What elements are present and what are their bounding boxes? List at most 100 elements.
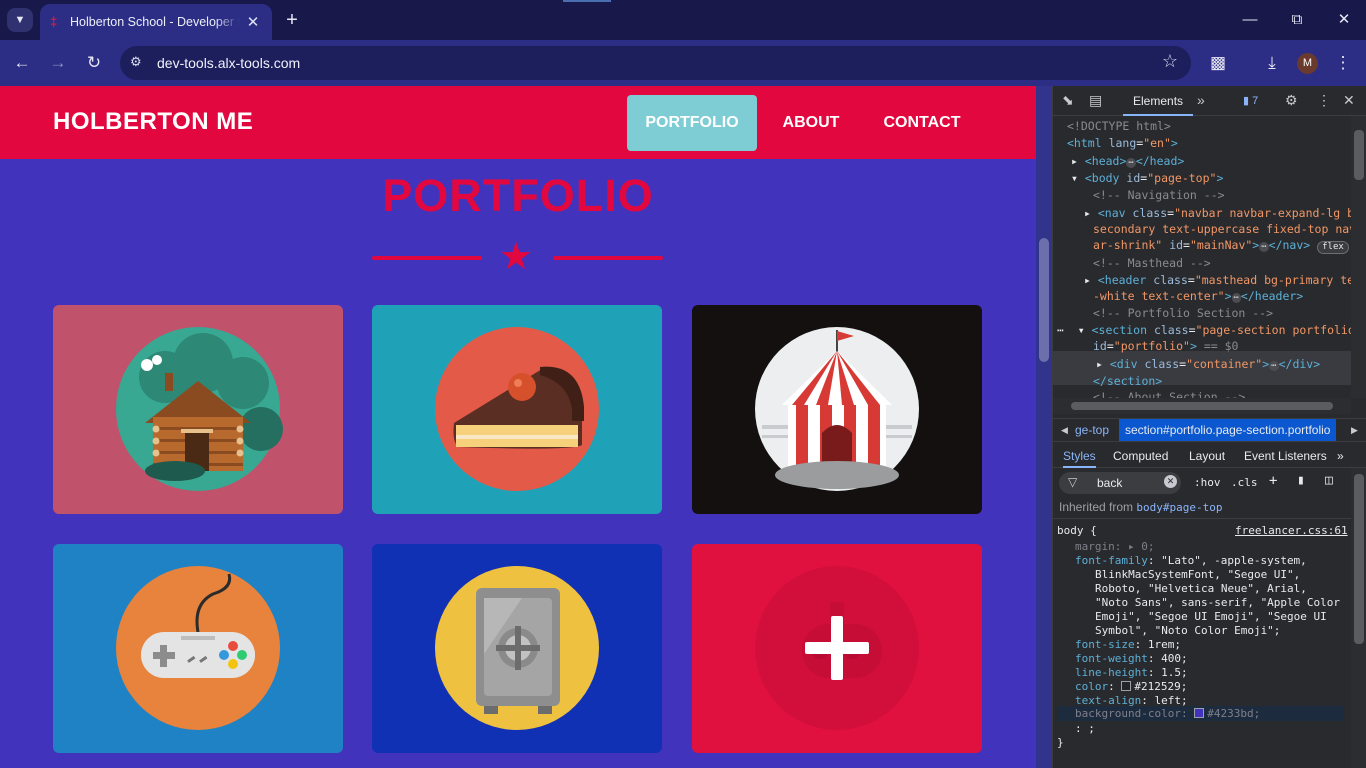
prop-name: line-height	[1075, 666, 1148, 679]
dom-tree-hscrollbar-thumb[interactable]	[1071, 402, 1333, 410]
prop-name: font-size	[1075, 638, 1135, 651]
browser-tab[interactable]: ‡ Holberton School - Developer to ✕	[40, 4, 272, 40]
new-rule-icon[interactable]: +	[1269, 473, 1277, 489]
tab-search-icon[interactable]: ▼	[7, 8, 33, 32]
rule-source-link[interactable]: freelancer.css:61	[1235, 524, 1348, 537]
attr-value: -white text-center"	[1093, 289, 1225, 303]
profile-avatar[interactable]: M	[1297, 53, 1318, 74]
page-scrollbar-thumb[interactable]	[1039, 238, 1049, 362]
nav-contact-link[interactable]: CONTACT	[868, 95, 976, 151]
doctype-text: <!DOCTYPE html>	[1067, 119, 1171, 133]
tab-elements[interactable]: Elements	[1123, 86, 1194, 116]
bookmark-star-icon[interactable]: ☆	[1162, 51, 1178, 72]
prop-value: 1rem;	[1147, 638, 1181, 651]
dom-line[interactable]: <!-- About Section -->	[1093, 389, 1245, 398]
close-window-icon[interactable]: ✕	[1334, 8, 1354, 32]
issues-badge[interactable]: ▮ 7	[1243, 94, 1258, 107]
portfolio-item-cake[interactable]	[372, 305, 662, 514]
holberton-favicon-icon: ‡	[50, 14, 58, 29]
prop-background-color[interactable]: background-color: #4233bd;	[1075, 707, 1260, 721]
new-property-input[interactable]: : ;	[1075, 722, 1095, 736]
portfolio-item-game-controller[interactable]	[53, 544, 343, 753]
prop-color[interactable]: color: #212529;	[1075, 680, 1187, 694]
tab-event-listeners[interactable]: Event Listeners	[1244, 444, 1327, 468]
nav-about-link[interactable]: ABOUT	[770, 95, 852, 151]
rule-selector[interactable]: body {	[1057, 524, 1097, 538]
dom-line[interactable]: ▸ <head> ⋯ </head>	[1071, 153, 1184, 169]
devtools-close-icon[interactable]: ✕	[1343, 92, 1355, 109]
dom-line[interactable]: <!-- Portfolio Section -->	[1093, 305, 1273, 321]
dom-line[interactable]: <!DOCTYPE html>	[1067, 118, 1171, 134]
browser-menu-icon[interactable]: ⋮	[1331, 51, 1355, 75]
device-toolbar-icon[interactable]: ▤	[1089, 92, 1102, 109]
downloads-icon[interactable]: ⤓	[1260, 51, 1284, 75]
dom-line[interactable]: ar-shrink" id="mainNav"> ⋯ </nav> flex	[1093, 237, 1349, 254]
inherited-from-link[interactable]: body#page-top	[1136, 501, 1222, 514]
styles-scrollbar-thumb[interactable]	[1354, 474, 1364, 644]
new-tab-icon[interactable]: +	[282, 8, 302, 32]
color-swatch[interactable]	[1194, 708, 1205, 718]
dom-line[interactable]: </section>	[1093, 373, 1162, 389]
clear-filter-icon[interactable]: ✕	[1164, 475, 1177, 488]
color-swatch[interactable]	[1121, 681, 1132, 691]
devtools-menu-icon[interactable]: ⋮	[1317, 92, 1331, 109]
extensions-icon[interactable]: ▩	[1206, 51, 1230, 75]
attr-value: "navbar navbar-expand-lg bg-	[1174, 206, 1351, 220]
site-brand[interactable]: HOLBERTON ME	[53, 108, 253, 136]
tab-close-icon[interactable]: ✕	[244, 13, 262, 31]
dom-line[interactable]: <!-- Navigation -->	[1093, 187, 1225, 203]
dom-line[interactable]: -white text-center"> ⋯ </header>	[1093, 288, 1303, 304]
forward-icon[interactable]: →	[46, 51, 70, 75]
portfolio-item-submarine[interactable]	[692, 544, 982, 753]
crumb-right-arrow-icon[interactable]: ▶	[1351, 419, 1358, 441]
tab-layout[interactable]: Layout	[1189, 444, 1225, 468]
dom-tree-scrollbar[interactable]	[1351, 116, 1366, 398]
page-scrollbar[interactable]	[1036, 86, 1052, 768]
portfolio-item-safe[interactable]	[372, 544, 662, 753]
dom-line[interactable]: ▸ <div class="container"> ⋯ </div>	[1096, 356, 1320, 372]
element-state-icon[interactable]: ▮	[1297, 473, 1305, 488]
more-tabs-icon[interactable]: »	[1197, 92, 1205, 108]
more-style-tabs-icon[interactable]: »	[1337, 444, 1344, 468]
address-bar[interactable]: ⚙ dev-tools.alx-tools.com ☆	[120, 46, 1191, 80]
devtools-settings-icon[interactable]: ⚙	[1285, 92, 1298, 109]
hov-toggle[interactable]: :hov	[1194, 476, 1221, 489]
dom-line[interactable]: secondary text-uppercase fixed-top navb	[1093, 221, 1351, 237]
portfolio-item-cabin[interactable]	[53, 305, 343, 514]
dom-line[interactable]: <html lang="en">	[1067, 135, 1178, 151]
styles-filter-input[interactable]: ▽ back ✕	[1059, 472, 1181, 494]
cabin-icon	[116, 327, 283, 491]
dom-tree-hscrollbar[interactable]	[1053, 398, 1351, 414]
tab-styles[interactable]: Styles	[1063, 444, 1096, 468]
prop-font-family[interactable]: font-family: "Lato", -apple-system,	[1075, 554, 1307, 568]
prop-margin[interactable]: margin: ▸ 0;	[1075, 540, 1155, 554]
back-icon[interactable]: ←	[10, 51, 34, 75]
prop-font-size[interactable]: font-size: 1rem;	[1075, 638, 1181, 652]
restore-icon[interactable]: ⧉	[1287, 8, 1307, 32]
tab-computed[interactable]: Computed	[1113, 444, 1168, 468]
reload-icon[interactable]: ↻	[82, 51, 106, 75]
comment-text: <!-- About Section -->	[1093, 390, 1246, 398]
inspect-element-icon[interactable]: ⬊	[1062, 92, 1074, 109]
portfolio-item-circus-tent[interactable]	[692, 305, 982, 514]
prop-line-height[interactable]: line-height: 1.5;	[1075, 666, 1188, 680]
dom-line[interactable]: ▸ <header class="masthead bg-primary tex…	[1084, 272, 1351, 288]
dom-line-selected[interactable]: ⋯ ▾ <section class="page-section portfol…	[1057, 322, 1351, 338]
dom-line[interactable]: <!-- Masthead -->	[1093, 255, 1211, 271]
crumb-item-section[interactable]: section#portfolio.page-section.portfolio	[1119, 419, 1337, 441]
minimize-icon[interactable]: —	[1240, 8, 1260, 32]
styles-scrollbar[interactable]	[1351, 468, 1366, 768]
safe-icon	[435, 566, 599, 730]
cls-toggle[interactable]: .cls	[1231, 476, 1258, 489]
dom-tree-scrollbar-thumb[interactable]	[1354, 130, 1364, 180]
dom-line-selected[interactable]: id="portfolio"> == $0	[1093, 338, 1238, 354]
toggle-sidebar-icon[interactable]: ◫	[1325, 473, 1333, 488]
crumb-item-body[interactable]: ge-top	[1075, 419, 1109, 441]
flex-badge[interactable]: flex	[1317, 241, 1349, 254]
nav-portfolio-link[interactable]: PORTFOLIO	[627, 95, 757, 151]
dom-line[interactable]: ▾ <body id="page-top">	[1071, 170, 1223, 186]
prop-font-weight[interactable]: font-weight: 400;	[1075, 652, 1188, 666]
dom-line[interactable]: ▸ <nav class="navbar navbar-expand-lg bg…	[1084, 205, 1351, 221]
site-settings-icon[interactable]: ⚙	[130, 54, 142, 70]
crumb-left-arrow-icon[interactable]: ◀	[1061, 419, 1068, 441]
